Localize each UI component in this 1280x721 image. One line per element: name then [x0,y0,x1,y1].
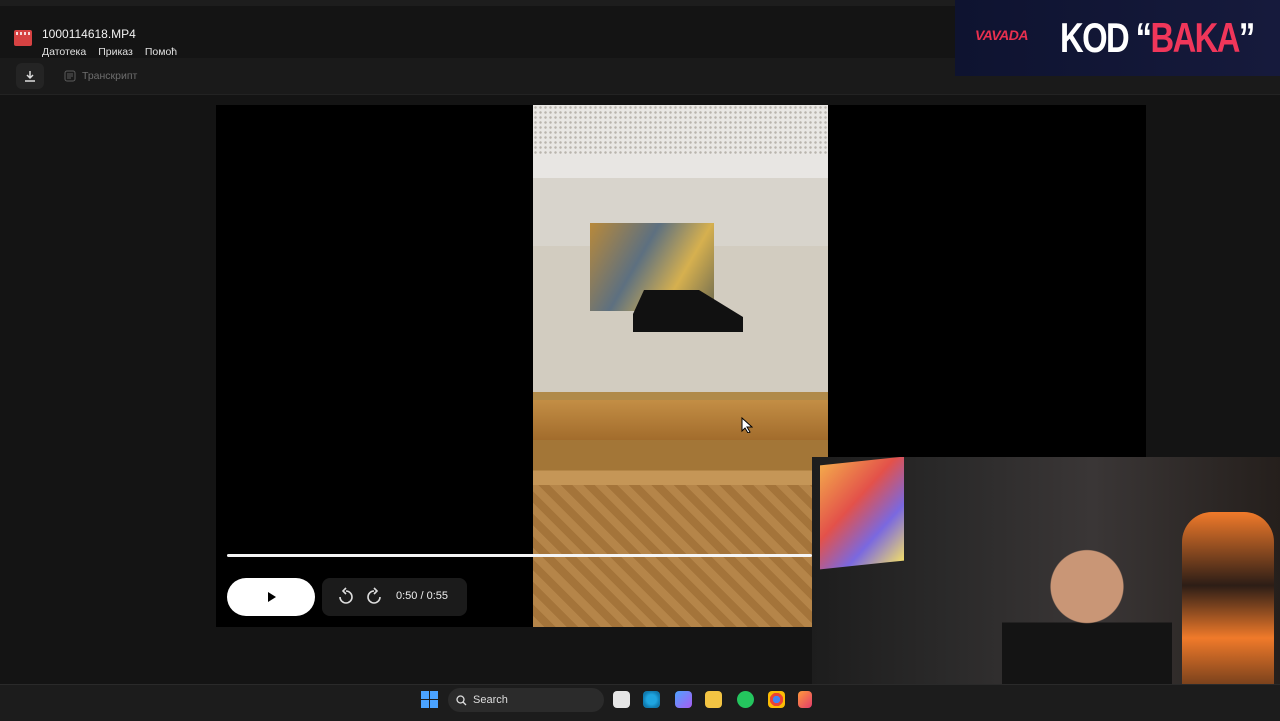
whatsapp-icon[interactable] [737,691,754,708]
taskbar-search[interactable]: Search [448,688,604,712]
progress-bar[interactable] [227,554,812,557]
forward-10-icon[interactable] [364,587,384,607]
search-label: Search [473,694,508,706]
video-frame[interactable] [533,105,828,627]
ceiling-lights [533,105,828,155]
stream-ad-banner: VAVADA KOD “BAKA” [955,0,1280,76]
transcript-label: Транскрипт [82,70,138,82]
menu-bar: Датотека Приказ Помоћ [42,46,177,58]
file-explorer-icon[interactable] [705,691,722,708]
time-display: 0:50 / 0:55 [396,590,448,602]
firefox-icon[interactable] [798,691,812,708]
play-button[interactable] [227,578,315,616]
play-icon [268,592,276,602]
title-bar: 1000114618.MP4 Датотека Приказ Помоћ [0,12,960,58]
playback-controls: 0:50 / 0:55 [322,578,467,616]
task-view-icon[interactable] [613,691,630,708]
edge-browser-icon[interactable] [643,691,660,708]
menu-help[interactable]: Помоћ [145,46,177,58]
streamer-webcam-overlay [812,457,1280,720]
transcript-button[interactable]: Транскрипт [56,63,145,89]
mouse-cursor-icon [741,417,753,433]
copilot-icon[interactable] [675,691,692,708]
stage-step [533,400,828,440]
wall-tv [820,457,904,570]
download-icon [25,71,35,82]
search-icon [456,694,467,705]
menu-file[interactable]: Датотека [42,46,86,58]
windows-start-icon[interactable] [421,691,438,708]
grand-piano [633,290,743,332]
transcript-icon [64,70,76,82]
rewind-10-icon[interactable] [336,587,356,607]
ad-code-text: KOD “BAKA” [1060,14,1255,61]
ad-brand-logo: VAVADA [975,27,1029,43]
chrome-icon[interactable] [768,691,785,708]
video-file-icon [14,30,32,46]
file-name: 1000114618.MP4 [42,27,136,41]
taskbar [0,684,1280,721]
menu-view[interactable]: Приказ [98,46,133,58]
download-button[interactable] [16,63,44,89]
